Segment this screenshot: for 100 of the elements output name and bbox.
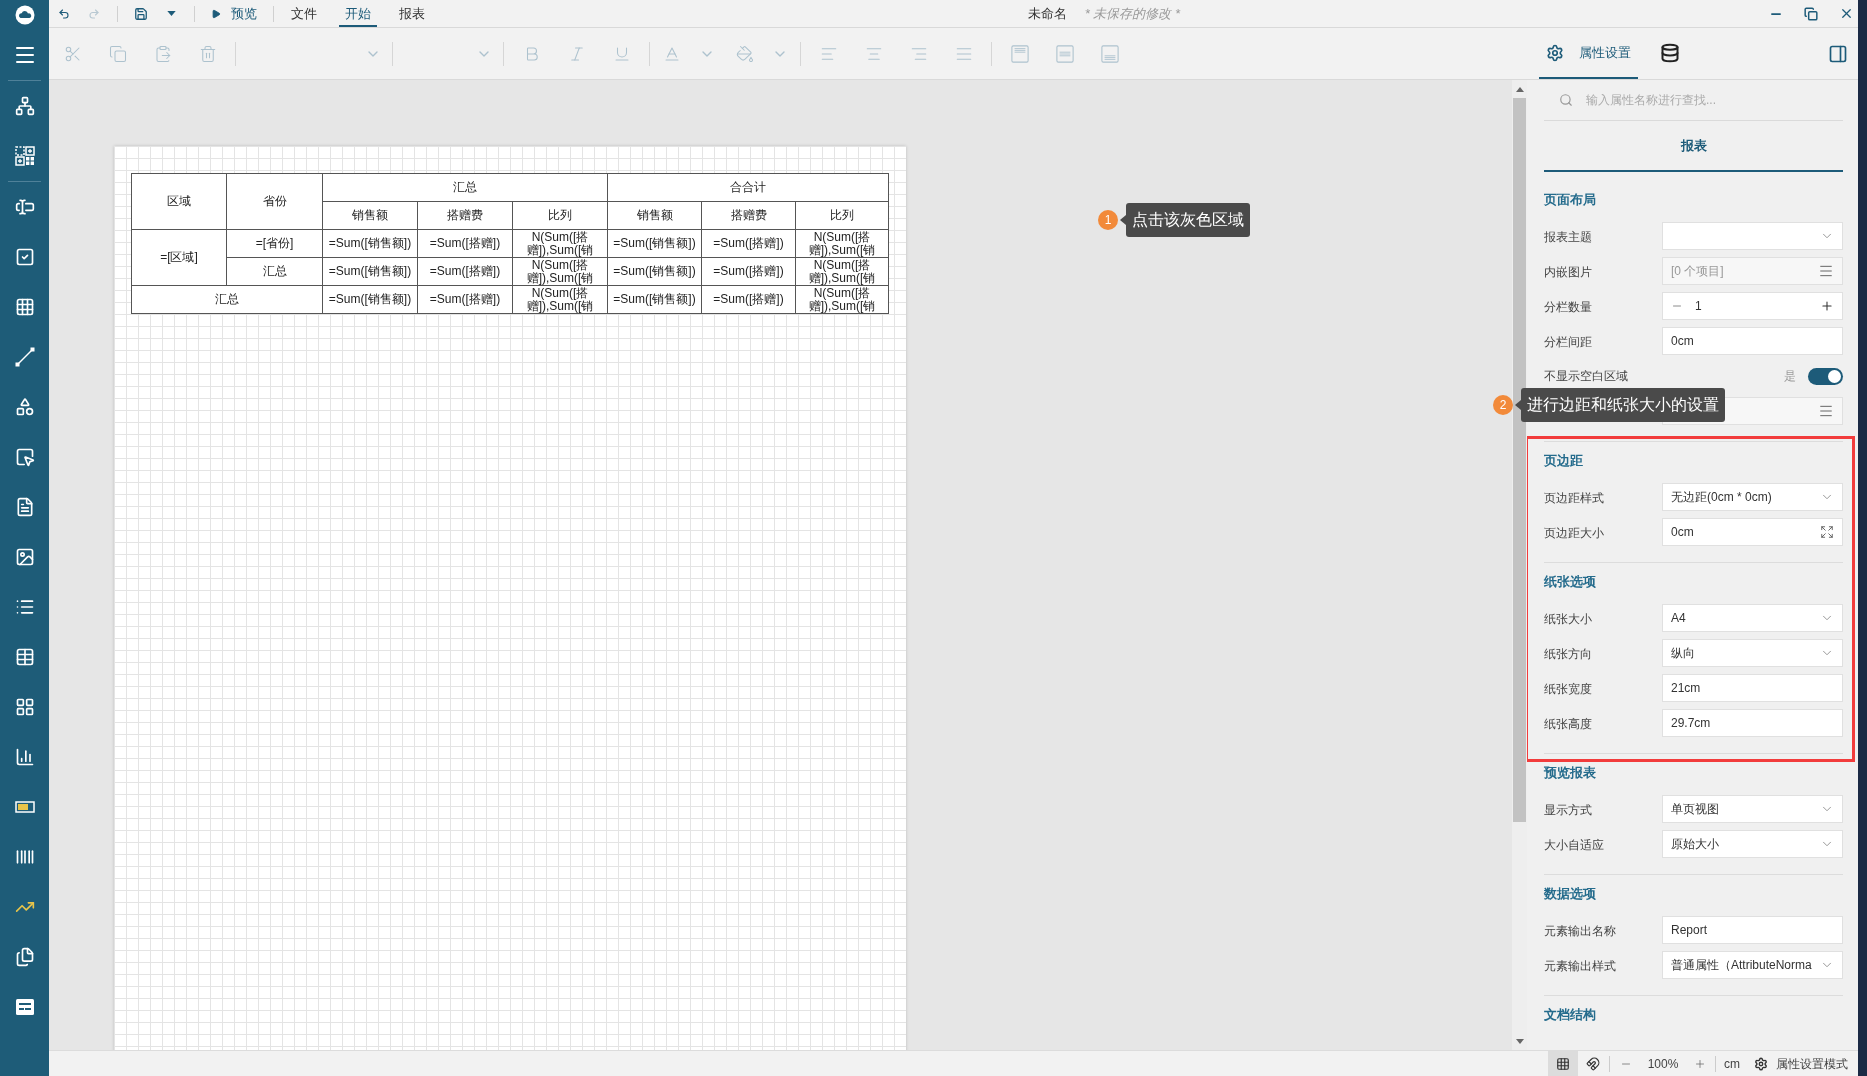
grid-icon[interactable] (14, 297, 35, 317)
table-cell: =Sum([搭赠]) (417, 285, 513, 314)
barcode-icon[interactable] (14, 847, 35, 867)
toggle-switch[interactable] (1808, 367, 1843, 385)
header-cell: 合合计 (607, 173, 889, 202)
undo-icon[interactable] (58, 7, 70, 20)
menu-tab[interactable]: 开始 (331, 0, 385, 27)
toggle-state-label: 是 (1784, 368, 1796, 385)
table-cell: =Sum([销售额]) (607, 285, 702, 314)
dropdown[interactable]: 无边距(0cm * 0cm) (1662, 483, 1843, 511)
text-box-icon[interactable] (14, 197, 35, 217)
tiles-icon[interactable] (14, 697, 35, 717)
dropdown[interactable]: 单页视图 (1662, 795, 1843, 823)
report-tab[interactable]: 报表 (1544, 121, 1843, 172)
search-icon (1559, 93, 1573, 107)
files-icon[interactable] (14, 947, 35, 967)
dropdown[interactable]: 普通属性（AttributeNorma (1662, 951, 1843, 979)
table-cell: 汇总 (226, 257, 323, 286)
section-title: 预览报表 (1544, 764, 1596, 783)
dropdown[interactable]: 原始大小 (1662, 830, 1843, 858)
close-icon[interactable] (1839, 6, 1854, 21)
preview-button[interactable]: 预览 (211, 3, 257, 24)
property-label: 页边距样式 (1544, 491, 1604, 505)
header-cell: 比列 (512, 201, 608, 230)
header-cell: 区域 (131, 173, 227, 230)
header-cell: 销售额 (607, 201, 702, 230)
header-cell: 汇总 (322, 173, 608, 202)
line-icon[interactable] (14, 347, 35, 367)
header-cell: 搭赠费 (701, 201, 796, 230)
section-title: 页面布局 (1544, 191, 1596, 210)
pointer-box-icon[interactable] (14, 447, 35, 467)
plus-icon[interactable] (1820, 299, 1834, 313)
callout-tail-icon (1515, 400, 1521, 410)
zoom-level: 100% (1646, 1055, 1680, 1073)
scroll-down-icon[interactable] (1515, 1038, 1524, 1044)
text-field[interactable]: 21cm (1662, 674, 1843, 702)
table-cell: =[省份] (226, 229, 323, 258)
menu-icon[interactable] (1818, 403, 1834, 419)
component-grid-icon[interactable] (14, 146, 35, 166)
number-stepper[interactable]: 1 (1662, 292, 1843, 320)
header-cell: 省份 (226, 173, 323, 230)
list-icon[interactable] (14, 597, 35, 617)
property-label: 纸张高度 (1544, 717, 1592, 731)
caret-down-icon[interactable] (166, 11, 176, 16)
table-cell: =Sum([搭赠]) (701, 257, 796, 286)
scrollbar[interactable] (1512, 80, 1527, 1050)
shapes-icon[interactable] (14, 397, 35, 417)
table-cell: =Sum([销售额]) (322, 257, 418, 286)
table-cell: N(Sum([搭赠]),Sum([销 (512, 285, 608, 314)
hierarchy-icon[interactable] (14, 96, 35, 116)
logo-icon (14, 5, 35, 25)
menu-tab[interactable]: 文件 (277, 0, 331, 27)
scrollbar-thumb[interactable] (1513, 98, 1526, 822)
bar-chart-icon[interactable] (14, 747, 35, 767)
panel-toggle-icon[interactable] (1828, 43, 1848, 64)
dropdown[interactable]: A4 (1662, 604, 1843, 632)
restore-icon[interactable] (1804, 6, 1818, 21)
table-icon[interactable] (14, 647, 35, 667)
scroll-up-icon[interactable] (1515, 86, 1524, 92)
grid-toggle[interactable] (1548, 1051, 1578, 1076)
text-field[interactable]: Report (1662, 916, 1843, 944)
magnet-icon (1586, 1056, 1600, 1071)
property-label: 报表主题 (1544, 230, 1592, 244)
header-cell: 比列 (795, 201, 889, 230)
dropdown[interactable]: 纵向 (1662, 639, 1843, 667)
property-label: 纸张大小 (1544, 612, 1592, 626)
table-cell: =Sum([销售额]) (607, 229, 702, 258)
table-cell: N(Sum([搭赠]),Sum([销 (795, 285, 889, 314)
callout: 点击该灰色区域 (1126, 203, 1250, 237)
expand-icon[interactable] (1820, 525, 1834, 539)
settings-icon (1754, 1056, 1768, 1071)
image-icon[interactable] (14, 547, 35, 567)
table-cell: N(Sum([搭赠]),Sum([销 (795, 229, 889, 258)
banded-list-icon[interactable] (14, 997, 35, 1017)
search-field[interactable]: 输入属性名称进行查找... (1586, 91, 1826, 109)
checkbox-icon[interactable] (14, 247, 35, 267)
text-field[interactable]: 29.7cm (1662, 709, 1843, 737)
text-field[interactable]: 0cm (1662, 327, 1843, 355)
menu-tab[interactable]: 报表 (385, 0, 439, 27)
table-cell: =[区域] (131, 229, 227, 286)
table-cell: N(Sum([搭赠]),Sum([销 (512, 257, 608, 286)
property-label: 分栏间距 (1544, 335, 1592, 349)
table-cell: =Sum([搭赠]) (417, 229, 513, 258)
unit-label[interactable]: cm (1724, 1054, 1740, 1073)
table-cell: =Sum([搭赠]) (701, 285, 796, 314)
callout: 进行边距和纸张大小的设置 (1521, 388, 1725, 422)
mode-button[interactable]: 属性设置模式 (1754, 1054, 1848, 1073)
menu-icon[interactable] (1818, 263, 1834, 279)
property-label: 页边距大小 (1544, 526, 1604, 540)
property-label: 分栏数量 (1544, 300, 1592, 314)
property-label: 元素输出样式 (1544, 959, 1616, 973)
property-label: 纸张宽度 (1544, 682, 1592, 696)
size-field[interactable]: 0cm (1662, 518, 1843, 546)
callout-tail-icon (1120, 215, 1126, 225)
save-icon[interactable] (134, 6, 148, 21)
play-icon (211, 8, 221, 19)
table-cell: N(Sum([搭赠]),Sum([销 (512, 229, 608, 258)
table-cell: =Sum([销售额]) (607, 257, 702, 286)
section-title: 文档结构 (1544, 1006, 1596, 1025)
section-title: 数据选项 (1544, 885, 1596, 904)
